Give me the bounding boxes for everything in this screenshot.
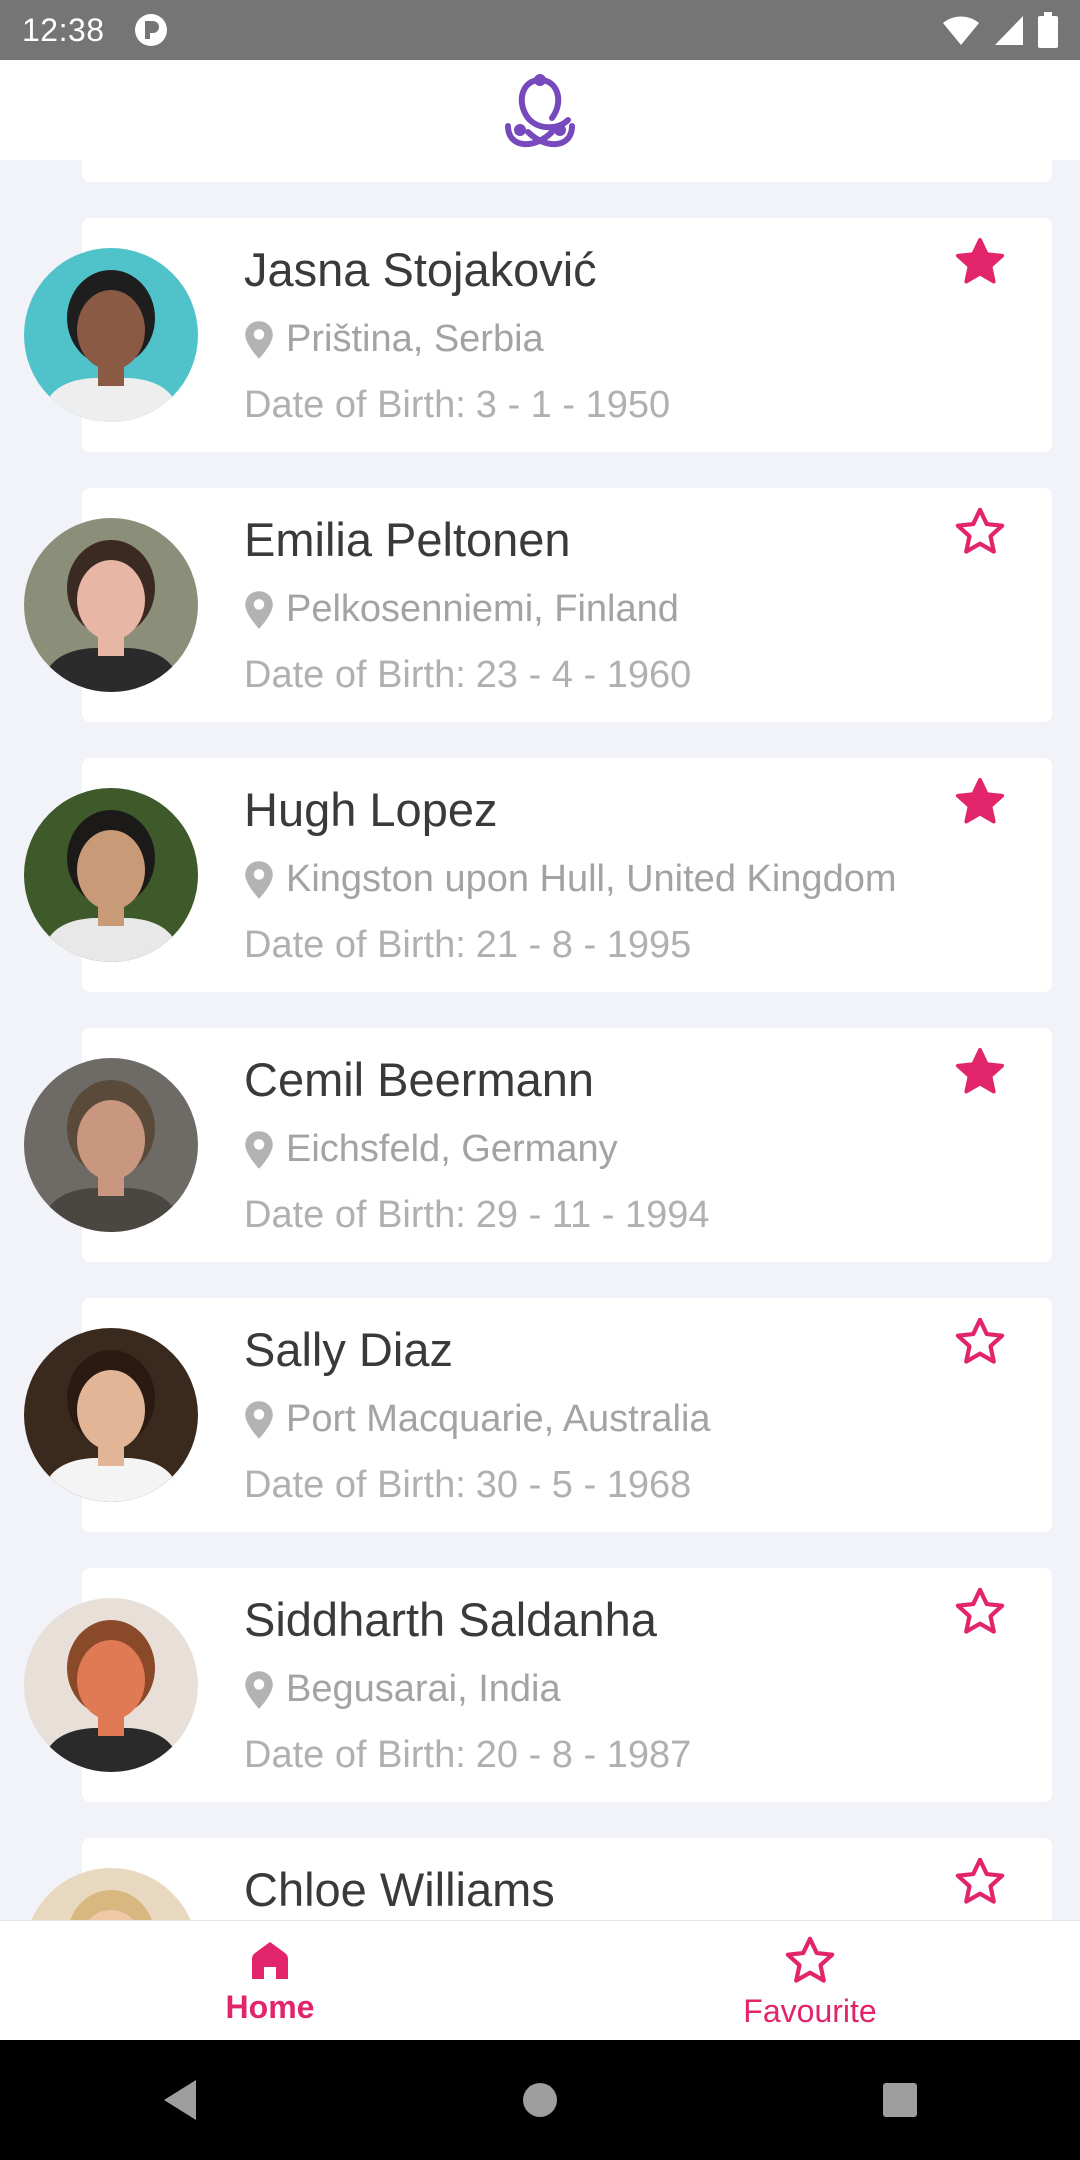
home-system-button[interactable] xyxy=(480,2040,600,2160)
dob-value: 20 - 8 - 1987 xyxy=(475,1734,692,1776)
list-item[interactable]: Chloe Williams xyxy=(24,1838,1052,1920)
cell-signal-icon xyxy=(995,16,1023,45)
status-time: 12:38 xyxy=(22,11,105,48)
favourite-toggle-button[interactable] xyxy=(952,1314,1008,1370)
redux-logo-icon xyxy=(505,74,575,148)
dob-label: Date of Birth: xyxy=(244,1734,466,1776)
person-name: Sally Diaz xyxy=(244,1323,453,1376)
home-circle-icon xyxy=(523,2083,557,2117)
person-dob: Date of Birth: 23 - 4 - 1960 xyxy=(244,654,691,697)
person-name: Chloe Williams xyxy=(244,1863,555,1916)
home-icon xyxy=(252,1941,288,1979)
location-pin-icon xyxy=(245,860,273,899)
star-outline-icon xyxy=(955,1857,1005,1904)
list-item[interactable]: Sally Diaz Port Macquarie, Australia Date … xyxy=(24,1298,1052,1532)
app-notification-icon xyxy=(134,14,167,46)
person-dob: Date of Birth: 20 - 8 - 1987 xyxy=(244,1734,691,1777)
nav-home-label: Home xyxy=(225,1988,315,2025)
app-header xyxy=(0,60,1080,160)
nav-favourite-tab[interactable]: Favourite xyxy=(540,1921,1080,2041)
location-text: Eichsfeld, Germany xyxy=(286,1128,618,1170)
person-dob: Date of Birth: 29 - 11 - 1994 xyxy=(244,1194,710,1237)
person-name: Siddharth Saldanha xyxy=(244,1593,657,1646)
nav-home-tab[interactable]: Home xyxy=(0,1921,540,2041)
back-button[interactable] xyxy=(120,2040,240,2160)
status-bar: 12:38 xyxy=(0,0,1080,60)
location-text: Pelkosenniemi, Finland xyxy=(286,588,679,630)
status-indicators xyxy=(942,12,1058,48)
location-text: Kingston upon Hull, United Kingdom xyxy=(286,858,897,900)
dob-value: 3 - 1 - 1950 xyxy=(475,384,671,426)
battery-icon xyxy=(1038,12,1058,48)
list-item[interactable]: Siddharth Saldanha Begusarai, India Date o… xyxy=(24,1568,1052,1802)
dob-value: 23 - 4 - 1960 xyxy=(475,654,692,696)
favourite-toggle-button[interactable] xyxy=(952,1854,1008,1910)
person-dob: Date of Birth: 30 - 5 - 1968 xyxy=(244,1464,691,1507)
person-location: Begusarai, India xyxy=(244,1668,561,1711)
person-dob: Date of Birth: 21 - 8 - 1995 xyxy=(244,924,691,967)
star-filled-icon xyxy=(955,1047,1005,1094)
favourite-toggle-button[interactable] xyxy=(952,234,1008,290)
avatar xyxy=(24,788,198,962)
dob-label: Date of Birth: xyxy=(244,1194,466,1236)
person-name: Jasna Stojaković xyxy=(244,243,597,296)
location-pin-icon xyxy=(245,1670,273,1709)
location-pin-icon xyxy=(245,320,273,359)
list-item[interactable]: Emilia Peltonen Pelkosenniemi, Finland Dat… xyxy=(24,488,1052,722)
list-item[interactable]: Hugh Lopez Kingston upon Hull, United Kin… xyxy=(24,758,1052,992)
dob-label: Date of Birth: xyxy=(244,654,466,696)
list-item[interactable]: Jasna Stojaković Priština, Serbia Date of … xyxy=(24,218,1052,452)
location-text: Port Macquarie, Australia xyxy=(286,1398,711,1440)
people-list[interactable]: Jasna Stojaković Priština, Serbia Date of … xyxy=(0,160,1080,1920)
person-dob: Date of Birth: 3 - 1 - 1950 xyxy=(244,384,670,427)
list-item[interactable]: Cemil Beermann Eichsfeld, Germany Date of … xyxy=(24,1028,1052,1262)
star-outline-icon xyxy=(955,1317,1005,1364)
back-triangle-icon xyxy=(164,2080,196,2120)
favourite-toggle-button[interactable] xyxy=(952,1044,1008,1100)
person-location: Kingston upon Hull, United Kingdom xyxy=(244,858,897,901)
star-outline-icon xyxy=(785,1936,835,1983)
avatar xyxy=(24,1598,198,1772)
location-text: Priština, Serbia xyxy=(286,318,544,360)
recents-square-icon xyxy=(883,2083,917,2117)
star-filled-icon xyxy=(955,777,1005,824)
dob-label: Date of Birth: xyxy=(244,924,466,966)
avatar xyxy=(24,1868,198,1920)
star-outline-icon xyxy=(955,507,1005,554)
list-item-partial xyxy=(82,160,1052,182)
avatar xyxy=(24,1058,198,1232)
star-filled-icon xyxy=(955,237,1005,284)
person-location: Port Macquarie, Australia xyxy=(244,1398,711,1441)
avatar xyxy=(24,518,198,692)
wifi-icon xyxy=(943,16,979,45)
dob-value: 29 - 11 - 1994 xyxy=(475,1194,710,1236)
favourite-toggle-button[interactable] xyxy=(952,504,1008,560)
star-outline-icon xyxy=(955,1587,1005,1634)
person-name: Hugh Lopez xyxy=(244,783,498,836)
location-pin-icon xyxy=(245,1130,273,1169)
dob-label: Date of Birth: xyxy=(244,1464,466,1506)
nav-favourite-label: Favourite xyxy=(743,1992,877,2029)
dob-label: Date of Birth: xyxy=(244,384,466,426)
avatar xyxy=(24,1328,198,1502)
person-location: Priština, Serbia xyxy=(244,318,544,361)
location-pin-icon xyxy=(245,1400,273,1439)
system-navigation-bar xyxy=(0,2040,1080,2160)
location-text: Begusarai, India xyxy=(286,1668,561,1710)
person-location: Eichsfeld, Germany xyxy=(244,1128,618,1171)
favourite-toggle-button[interactable] xyxy=(952,1584,1008,1640)
person-name: Emilia Peltonen xyxy=(244,513,571,566)
person-name: Cemil Beermann xyxy=(244,1053,595,1106)
dob-value: 21 - 8 - 1995 xyxy=(475,924,692,966)
recents-button[interactable] xyxy=(840,2040,960,2160)
person-location: Pelkosenniemi, Finland xyxy=(244,588,679,631)
favourite-toggle-button[interactable] xyxy=(952,774,1008,830)
location-pin-icon xyxy=(245,590,273,629)
avatar xyxy=(24,248,198,422)
dob-value: 30 - 5 - 1968 xyxy=(475,1464,692,1506)
bottom-navigation: Home Favourite xyxy=(0,1920,1080,2041)
